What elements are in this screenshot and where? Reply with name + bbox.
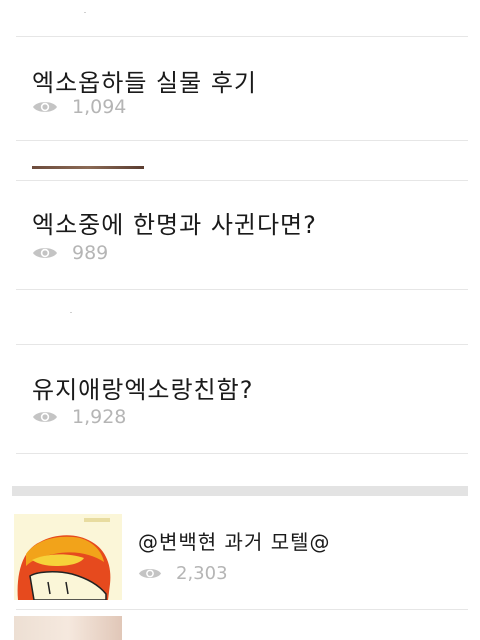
thumbnail-remnant: [84, 12, 86, 13]
section-separator: [12, 486, 468, 496]
view-count: 1,928: [32, 406, 126, 428]
thumbnail-remnant: [70, 312, 72, 313]
view-count-value: 1,094: [72, 96, 127, 118]
post-title: 엑소옵하들 실물 후기: [32, 69, 257, 97]
eye-icon: [33, 412, 57, 422]
thumbnail-strip: [32, 166, 144, 169]
view-count: 989: [32, 242, 108, 264]
post-title: 엑소중에 한명과 사귄다면?: [32, 211, 317, 239]
view-count: 1,094: [32, 96, 126, 118]
view-count-value: 989: [72, 242, 109, 264]
view-count: 2,303: [138, 563, 228, 584]
post-item-2[interactable]: 엑소중에 한명과 사귄다면? 989: [0, 181, 480, 289]
divider: [16, 609, 468, 610]
post-list-page: 엑소옵하들 실물 후기 1,094 엑소중에 한명과 사귄다면? 989 유지애…: [0, 0, 480, 640]
divider: [16, 140, 468, 141]
post-thumbnail[interactable]: [14, 514, 122, 600]
view-count-value: 2,303: [176, 563, 228, 584]
view-count-value: 1,928: [72, 406, 127, 428]
post-item-1[interactable]: 엑소옵하들 실물 후기 1,094: [0, 37, 480, 140]
divider: [16, 289, 468, 290]
eye-icon: [33, 248, 57, 258]
post-title: 유지애랑엑소랑친함?: [32, 376, 254, 404]
divider: [16, 453, 468, 454]
post-title: @변백현 과거 모텔@: [138, 530, 331, 554]
cartoon-thumbnail-image: [14, 514, 122, 600]
eye-icon: [138, 569, 162, 578]
post-thumbnail[interactable]: [14, 616, 122, 640]
post-item-3[interactable]: 유지애랑엑소랑친함? 1,928: [0, 345, 480, 453]
eye-icon: [33, 102, 57, 112]
